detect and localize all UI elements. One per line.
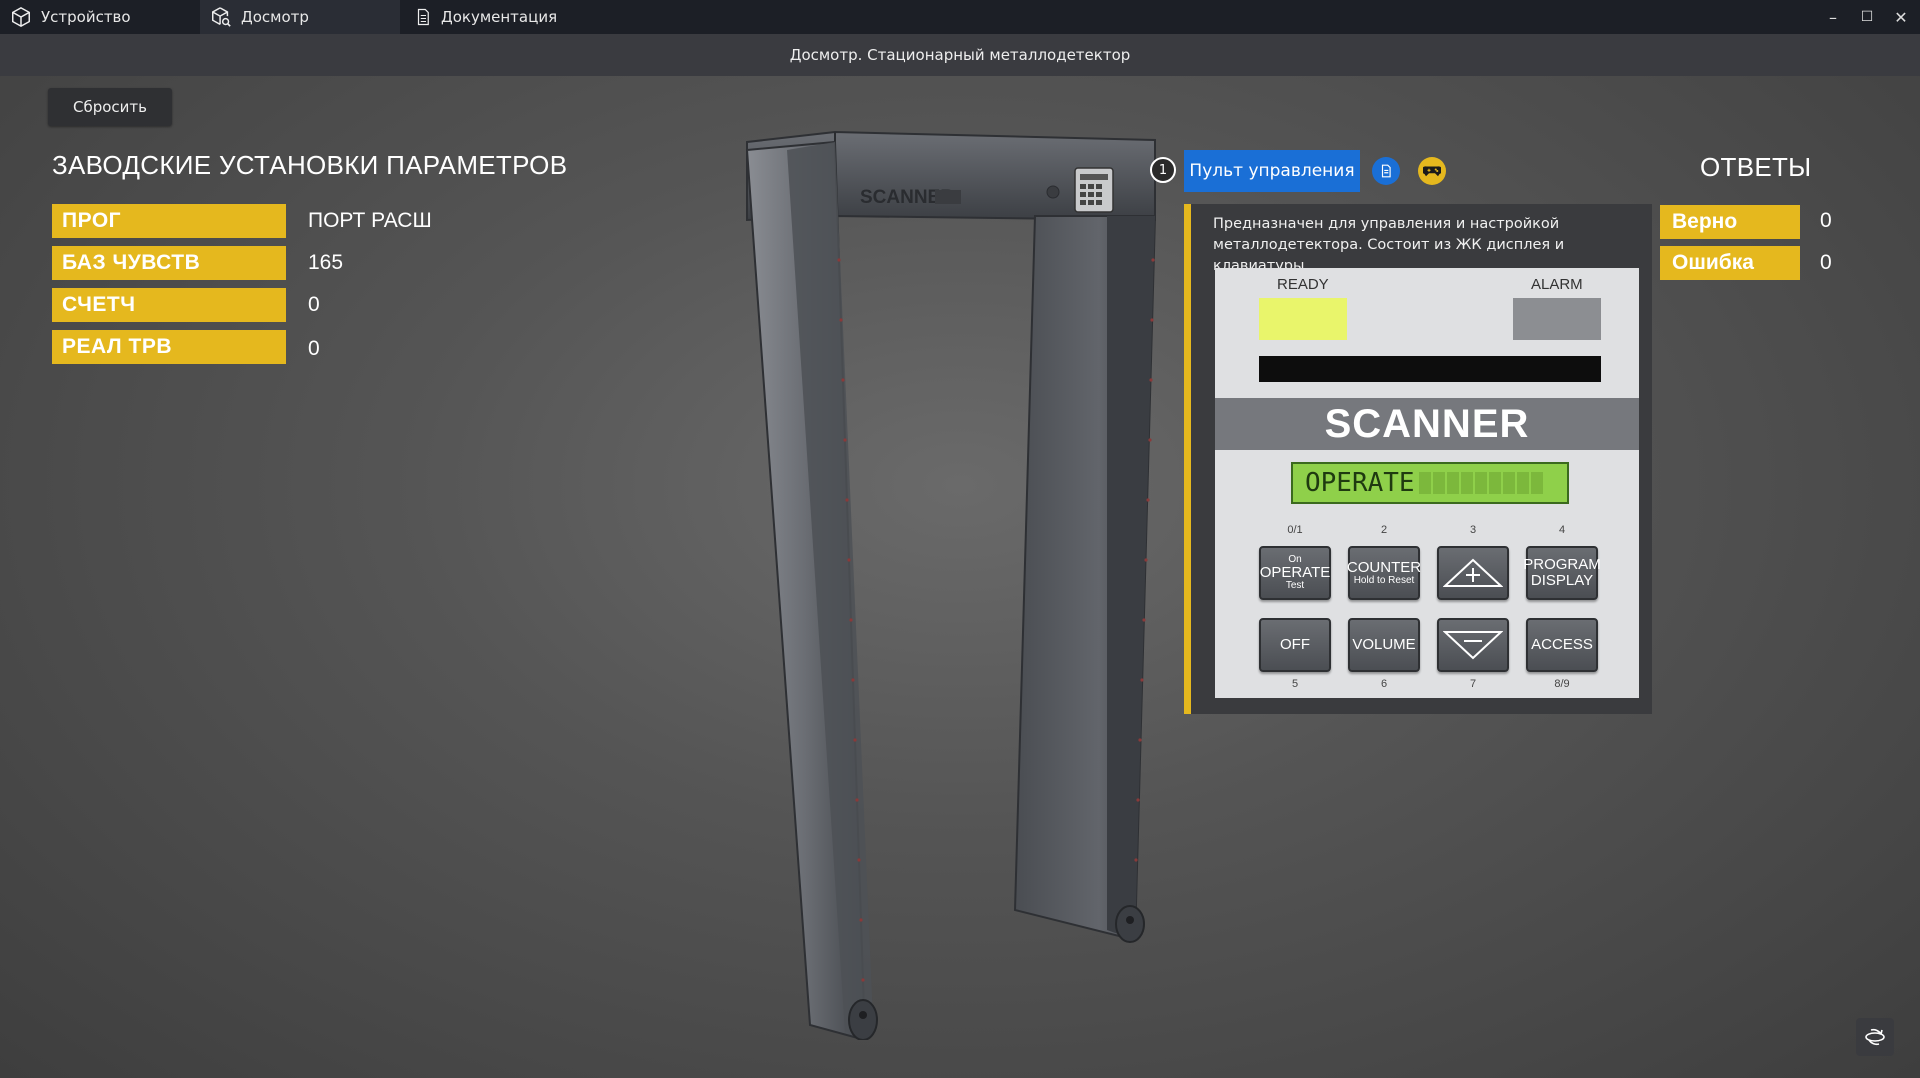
counter-key[interactable]: COUNTER Hold to Reset: [1347, 546, 1421, 600]
document-icon[interactable]: [1372, 157, 1400, 185]
console-brand: SCANNER: [1324, 401, 1530, 446]
lcd-text: OPERATE: [1305, 468, 1415, 498]
volume-key[interactable]: VOLUME: [1348, 618, 1420, 672]
lcd-display: OPERATE: [1291, 462, 1569, 504]
off-key[interactable]: OFF: [1259, 618, 1331, 672]
alarm-label: ALARM: [1531, 276, 1583, 293]
answer-value-correct: 0: [1820, 209, 1832, 232]
key-number: 4: [1558, 524, 1566, 536]
tab-documentation[interactable]: Документация: [400, 0, 620, 34]
close-button[interactable]: ✕: [1884, 0, 1918, 34]
key-number: 8/9: [1554, 678, 1570, 690]
access-key[interactable]: ACCESS: [1526, 618, 1598, 672]
program-display-key[interactable]: PROGRAM DISPLAY: [1523, 546, 1601, 600]
key-number: 7: [1469, 678, 1477, 690]
decrease-key[interactable]: [1437, 618, 1509, 672]
answer-label-correct: Верно: [1660, 205, 1800, 239]
operate-key[interactable]: On OPERATE Test: [1259, 546, 1331, 600]
triangle-up-plus-icon: [1443, 558, 1503, 587]
control-panel-info: Предназначен для управления и настройкой…: [1184, 204, 1652, 714]
increase-key[interactable]: [1437, 546, 1509, 600]
param-value-prog: ПОРТ РАСШ: [308, 209, 432, 232]
minimize-button[interactable]: –: [1816, 0, 1850, 34]
key-number: 6: [1380, 678, 1388, 690]
param-label-real-alarm: РЕАЛ ТРВ: [52, 330, 286, 364]
control-panel-tab[interactable]: Пульт управления: [1184, 150, 1360, 192]
metal-detector-frame[interactable]: SCANNER: [735, 120, 1175, 1040]
key-number: 2: [1380, 524, 1388, 536]
tab-inspection[interactable]: Досмотр: [200, 0, 400, 34]
alarm-bar: [1259, 356, 1601, 382]
gamepad-icon[interactable]: [1418, 157, 1446, 185]
rotate-view-button[interactable]: [1856, 1018, 1894, 1056]
key-number: 5: [1291, 678, 1299, 690]
tab-label: Досмотр: [241, 8, 309, 26]
tab-device[interactable]: Устройство: [0, 0, 200, 34]
tab-bar: Устройство Досмотр Документация – ☐ ✕: [0, 0, 1920, 34]
param-label-counter: СЧЕТЧ: [52, 288, 286, 322]
param-value-counter: 0: [308, 293, 320, 316]
ready-label: READY: [1277, 276, 1329, 293]
factory-settings-title: ЗАВОДСКИЕ УСТАНОВКИ ПАРАМЕТРОВ: [52, 150, 568, 180]
document-icon: [417, 8, 429, 26]
param-value-base-sensitivity: 165: [308, 251, 344, 274]
param-value-real-alarm: 0: [308, 337, 320, 360]
maximize-button[interactable]: ☐: [1850, 0, 1884, 34]
key-number: 3: [1469, 524, 1477, 536]
page-title: Досмотр. Стационарный металлодетектор: [0, 34, 1920, 76]
param-label-prog: ПРОГ: [52, 204, 286, 238]
tab-label: Документация: [441, 8, 558, 26]
cube-search-icon: [212, 7, 231, 27]
step-number-badge[interactable]: 1: [1150, 157, 1176, 183]
answer-label-error: Ошибка: [1660, 246, 1800, 280]
control-console: READY ALARM SCANNER OPERATE 0/1 2 3 4 On…: [1215, 268, 1639, 698]
alarm-indicator: [1513, 298, 1601, 340]
rotate-3d-icon: [1865, 1028, 1885, 1046]
key-number: 0/1: [1287, 524, 1303, 536]
answers-title: ОТВЕТЫ: [1700, 152, 1812, 182]
param-label-base-sensitivity: БАЗ ЧУВСТВ: [52, 246, 286, 280]
tab-label: Устройство: [41, 8, 131, 26]
cube-icon: [12, 6, 30, 28]
answer-value-error: 0: [1820, 251, 1832, 274]
reset-button[interactable]: Сбросить: [48, 88, 172, 126]
triangle-down-minus-icon: [1443, 631, 1503, 660]
ready-indicator: [1259, 298, 1347, 340]
